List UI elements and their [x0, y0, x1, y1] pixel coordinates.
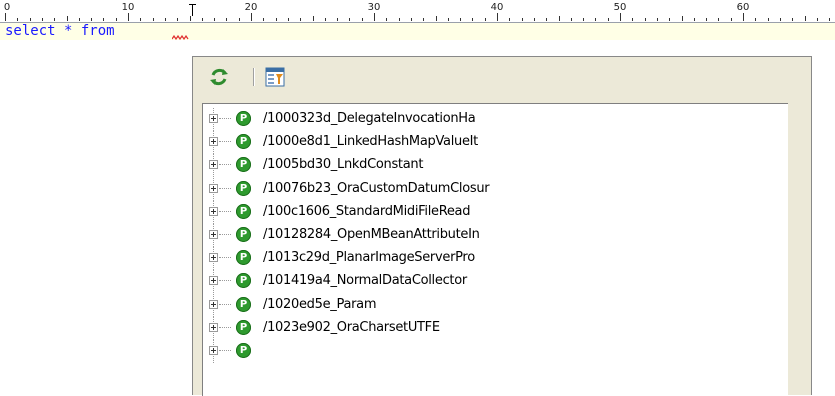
- expand-plus-icon[interactable]: [209, 299, 218, 309]
- tree-connector: [219, 280, 231, 282]
- tree-connector: [219, 234, 231, 236]
- ruler-label: 10: [121, 2, 135, 13]
- tree-item-label: /101419a4_NormalDataCollector: [263, 273, 467, 289]
- tree-item[interactable]: P/1023e902_OraCharsetUTFE: [209, 316, 784, 340]
- expand-plus-icon[interactable]: [209, 160, 218, 170]
- refresh-icon[interactable]: [207, 65, 231, 89]
- tree-item-label: /1013c29d_PlanarImageServerPro: [263, 250, 475, 266]
- ruler-label: 40: [490, 2, 504, 13]
- tree-connector: [219, 141, 231, 143]
- tree-connector: [219, 326, 231, 329]
- tree-item[interactable]: P/10076b23_OraCustomDatumClosur: [209, 177, 784, 201]
- package-icon: P: [236, 227, 251, 242]
- tree-item-label: /1023e902_OraCharsetUTFE: [263, 319, 440, 335]
- ruler-label: 0: [3, 2, 11, 13]
- object-filter-icon[interactable]: [263, 65, 287, 89]
- tree-item[interactable]: P/100c1606_StandardMidiFileRead: [209, 200, 784, 224]
- tree-connector: [219, 350, 231, 352]
- tree-item[interactable]: P/1005bd30_LnkdConstant: [209, 154, 784, 178]
- tree-item-label: /1000323d_DelegateInvocationHa: [263, 111, 476, 126]
- expand-plus-icon[interactable]: [209, 137, 218, 147]
- tree-item[interactable]: P/101419a4_NormalDataCollector: [209, 270, 784, 294]
- toolbar-separator: [253, 68, 255, 86]
- tree-item-label: /1020ed5e_Param: [263, 296, 377, 312]
- tree-item[interactable]: P/1020ed5e_Param: [209, 293, 784, 317]
- tree-item[interactable]: P/1000e8d1_LinkedHashMapValueIt: [209, 131, 784, 155]
- expand-plus-icon[interactable]: [209, 276, 218, 286]
- tree-item-label: /10128284_OpenMBeanAttributeIn: [263, 227, 480, 242]
- expand-plus-icon[interactable]: [209, 346, 218, 355]
- tree-connector: [219, 118, 231, 120]
- tree-item-label: /100c1606_StandardMidiFileRead: [263, 203, 471, 219]
- tree-connector: [219, 187, 231, 190]
- completion-tree[interactable]: P/1000323d_DelegateInvocationHa P/1000e8d…: [202, 103, 788, 396]
- popup-toolbar: [193, 57, 811, 101]
- tree-item[interactable]: P: [209, 340, 784, 363]
- tree-connector: [219, 257, 231, 259]
- package-icon: P: [236, 157, 251, 173]
- expand-plus-icon[interactable]: [209, 253, 218, 263]
- code-completion-popup[interactable]: P/1000323d_DelegateInvocationHa P/1000e8d…: [192, 56, 812, 396]
- expand-plus-icon[interactable]: [209, 206, 218, 216]
- tree-connector: [219, 303, 231, 306]
- expand-plus-icon[interactable]: [209, 230, 218, 239]
- tree-item[interactable]: P/1013c29d_PlanarImageServerPro: [209, 247, 784, 271]
- package-icon: P: [236, 273, 251, 289]
- tree-item-label: /10076b23_OraCustomDatumClosur: [263, 180, 490, 196]
- tree-item[interactable]: P/10128284_OpenMBeanAttributeIn: [209, 224, 784, 247]
- ruler-label: 60: [736, 2, 750, 13]
- package-icon: P: [236, 134, 251, 150]
- expand-plus-icon[interactable]: [209, 183, 218, 193]
- tree-connector: [219, 164, 231, 166]
- syntax-error-squiggle-icon: [172, 35, 189, 40]
- package-icon: P: [236, 343, 251, 358]
- tree-item-label: /1005bd30_LnkdConstant: [263, 157, 424, 173]
- package-icon: P: [236, 319, 251, 335]
- package-icon: P: [236, 111, 251, 126]
- column-ruler: 0 10 20 30 40 50 60: [0, 0, 835, 23]
- ruler-label: 50: [613, 2, 627, 13]
- tree-connector: [219, 210, 231, 213]
- package-icon: P: [236, 296, 251, 312]
- current-line-highlight: [0, 23, 835, 40]
- expand-plus-icon[interactable]: [209, 322, 218, 332]
- code-line-1[interactable]: select * from: [5, 24, 115, 39]
- package-icon: P: [236, 250, 251, 266]
- ruler-label: 20: [244, 2, 258, 13]
- tree-item[interactable]: P/1000323d_DelegateInvocationHa: [209, 108, 784, 131]
- cursor-column-marker-icon: [189, 4, 196, 16]
- package-icon: P: [236, 203, 251, 219]
- expand-plus-icon[interactable]: [209, 114, 218, 123]
- ruler-label: 30: [367, 2, 381, 13]
- package-icon: P: [236, 180, 251, 196]
- tree-item-label: /1000e8d1_LinkedHashMapValueIt: [263, 134, 478, 150]
